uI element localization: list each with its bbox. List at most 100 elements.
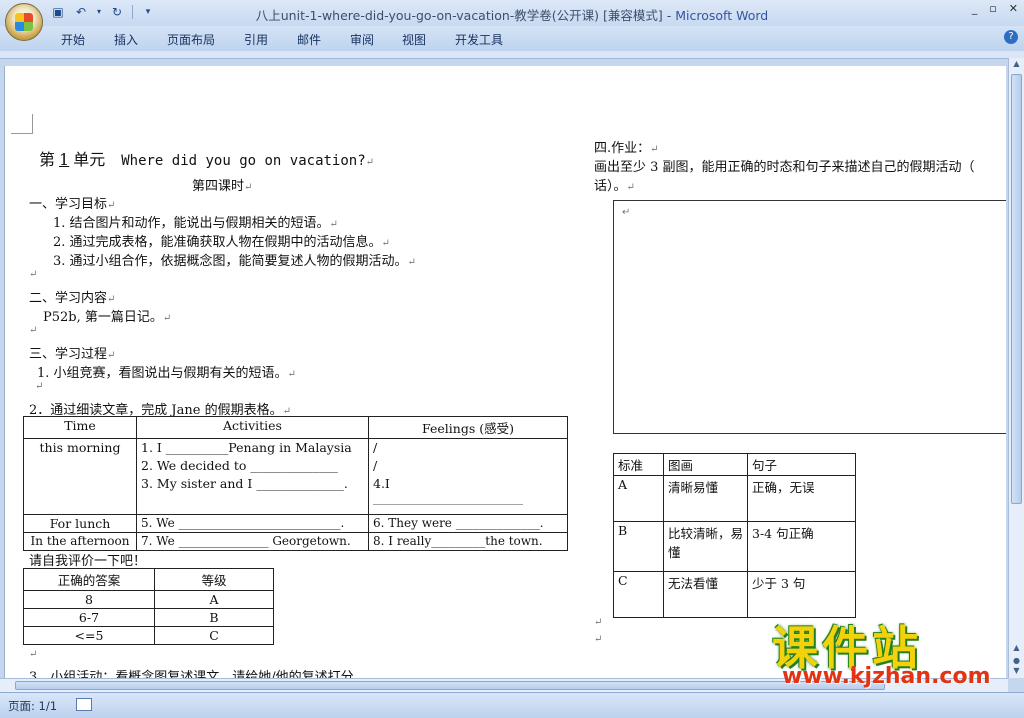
criteria-cell: 少于 3 句 xyxy=(747,571,856,618)
vertical-scrollbar[interactable]: ▲ ▲ ● ▼ xyxy=(1008,58,1024,678)
proofing-icon[interactable] xyxy=(76,698,92,711)
scroll-thumb[interactable] xyxy=(1011,74,1022,504)
header-grade: 等级 xyxy=(154,568,274,591)
paragraph-mark: ↵ xyxy=(594,634,603,645)
row1-feelings[interactable]: / / 4.I ______________________________ xyxy=(368,438,568,515)
next-page-icon[interactable]: ▼ xyxy=(1010,666,1023,678)
row2-feeling[interactable]: 6. They were ______________. xyxy=(368,514,568,533)
feeling-4[interactable]: 4.I xyxy=(373,476,563,494)
minimize-icon[interactable]: _ xyxy=(972,2,978,15)
document-page[interactable]: 第 1 单元 Where did you go on vacation?↵ 第四课时↵… xyxy=(4,66,1006,678)
homework-body-2: 话）。↵ xyxy=(594,179,635,194)
paragraph-mark: ↵ xyxy=(29,649,38,660)
tab-home[interactable]: 开始 xyxy=(61,31,85,48)
header-sentences: 句子 xyxy=(747,453,856,476)
restore-icon[interactable]: ▫ xyxy=(989,2,996,15)
table-row: 8A xyxy=(23,590,274,609)
lesson-text: 第四课时 xyxy=(192,179,245,194)
heading-english: Where did you go on vacation? xyxy=(121,153,366,169)
table-header-row: Time Activities Feelings (感受) xyxy=(23,416,568,439)
office-button[interactable] xyxy=(5,3,43,41)
criteria-cell: 3-4 句正确 xyxy=(747,521,856,572)
grade-cell: 8 xyxy=(23,590,155,609)
content-text: P52b, 第一篇日记。 xyxy=(43,310,163,325)
scroll-up-icon[interactable]: ▲ xyxy=(1010,59,1023,71)
drawing-box[interactable]: ↵ xyxy=(613,200,1006,434)
window-title: 八上unit-1-where-did-you-go-on-vacation-教学… xyxy=(0,5,1024,24)
header-feelings: Feelings (感受) xyxy=(368,416,568,439)
criteria-cell: B xyxy=(613,521,664,572)
heading-suffix: 单元 xyxy=(73,150,106,169)
homework-body-2-text: 话）。 xyxy=(594,179,627,194)
self-evaluation-prompt: 请自我评价一下吧！ xyxy=(29,554,147,569)
table-row: 6-7 B xyxy=(23,608,274,627)
feeling-1: / xyxy=(373,440,378,455)
activity-3[interactable]: 3. My sister and I ______________. xyxy=(141,476,364,494)
page-count[interactable]: 页面: 1/1 xyxy=(8,698,57,714)
section-3-text: 三、学习过程 xyxy=(29,347,108,362)
header-correct-answers: 正确的答案 xyxy=(23,568,155,591)
lesson-label: 第四课时↵ xyxy=(192,179,253,194)
header-drawing: 图画 xyxy=(663,453,748,476)
paragraph-mark: ↵ xyxy=(29,269,38,280)
hscroll-thumb[interactable] xyxy=(15,681,885,690)
step-3: 3．小组活动：看概念图复述课文，请给她/他的复述打分 xyxy=(29,670,354,678)
feeling-4-blank[interactable]: ______________________________ xyxy=(373,494,563,510)
table-row: In the afternoon 7. We _______________ G… xyxy=(23,532,568,551)
row2-time: For lunch xyxy=(23,514,137,533)
table-row: <=5 C xyxy=(23,626,274,645)
prev-page-icon[interactable]: ▲ xyxy=(1010,643,1023,655)
unit-heading: 第 1 单元 Where did you go on vacation?↵ xyxy=(39,150,375,169)
help-icon[interactable]: ? xyxy=(1004,30,1018,44)
criteria-table: 标准 图画 句子 A 清晰易懂 正确，无误 B 比较清晰，易懂 3-4 句正确 C 无法看… xyxy=(613,453,856,618)
paragraph-mark: ↵ xyxy=(29,325,38,336)
tab-review[interactable]: 审阅 xyxy=(350,31,374,48)
grade-cell: A xyxy=(154,590,274,609)
section-1-text: 一、学习目标 xyxy=(29,197,108,212)
tab-mailings[interactable]: 邮件 xyxy=(297,31,321,48)
tab-references[interactable]: 引用 xyxy=(244,31,268,48)
tab-view[interactable]: 视图 xyxy=(402,31,426,48)
tab-developer[interactable]: 开发工具 xyxy=(455,31,503,48)
grade-cell: B xyxy=(154,608,274,627)
paragraph-mark: ↵ xyxy=(594,617,603,628)
row3-activity[interactable]: 7. We _______________ Georgetown. xyxy=(136,532,369,551)
row3-time: In the afternoon xyxy=(23,532,137,551)
close-icon[interactable]: ✕ xyxy=(1009,2,1018,15)
step-1-text: 1. 小组竞赛，看图说出与假期有关的短语。 xyxy=(37,366,288,381)
row1-activities[interactable]: 1. I __________Penang in Malaysia 2. We … xyxy=(136,438,369,515)
heading-number: 1 xyxy=(59,150,70,169)
table-row: B 比较清晰，易懂 3-4 句正确 xyxy=(613,521,856,572)
table-header-row: 正确的答案 等级 xyxy=(23,568,274,591)
tab-page-layout[interactable]: 页面布局 xyxy=(167,31,215,48)
header-criteria: 标准 xyxy=(613,453,664,476)
grade-cell: 6-7 xyxy=(23,608,155,627)
grade-cell: C xyxy=(154,626,274,645)
feeling-2: / xyxy=(373,458,378,473)
criteria-cell: 比较清晰，易懂 xyxy=(663,521,748,572)
row2-activity[interactable]: 5. We ___________________________. xyxy=(136,514,369,533)
table-row: For lunch 5. We ________________________… xyxy=(23,514,568,533)
row3-feeling[interactable]: 8. I really_________the town. xyxy=(368,532,568,551)
app-name: Microsoft Word xyxy=(675,8,769,23)
criteria-cell: 正确，无误 xyxy=(747,475,856,522)
tab-insert[interactable]: 插入 xyxy=(114,31,138,48)
objective-1: 1. 结合图片和动作，能说出与假期相关的短语。↵ xyxy=(53,216,338,231)
document-title: 八上unit-1-where-did-you-go-on-vacation-教学… xyxy=(255,8,676,23)
objective-2: 2. 通过完成表格，能准确获取人物在假期中的活动信息。↵ xyxy=(53,235,390,250)
activity-1[interactable]: 1. I __________Penang in Malaysia xyxy=(141,440,364,458)
ribbon-collapsed-strip xyxy=(0,51,1024,59)
section-2-text: 二、学习内容 xyxy=(29,291,108,306)
criteria-cell: C xyxy=(613,571,664,618)
content-line: P52b, 第一篇日记。↵ xyxy=(43,310,172,325)
table-row: A 清晰易懂 正确，无误 xyxy=(613,475,856,522)
step-1: 1. 小组竞赛，看图说出与假期有关的短语。↵ xyxy=(37,366,296,381)
activity-2[interactable]: 2. We decided to ______________ xyxy=(141,458,364,476)
jane-vacation-table: Time Activities Feelings (感受) this morni… xyxy=(23,416,568,551)
criteria-cell: A xyxy=(613,475,664,522)
title-bar: ▣ ↶ ▾ ↻ ▾ 八上unit-1-where-did-you-go-on-v… xyxy=(0,0,1024,41)
paragraph-mark: ↵ xyxy=(35,381,44,392)
section-2-title: 二、学习内容↵ xyxy=(29,291,116,306)
objective-3-text: 3. 通过小组合作，依据概念图，能简要复述人物的假期活动。 xyxy=(53,254,408,269)
status-bar: 页面: 1/1 xyxy=(0,692,1024,718)
